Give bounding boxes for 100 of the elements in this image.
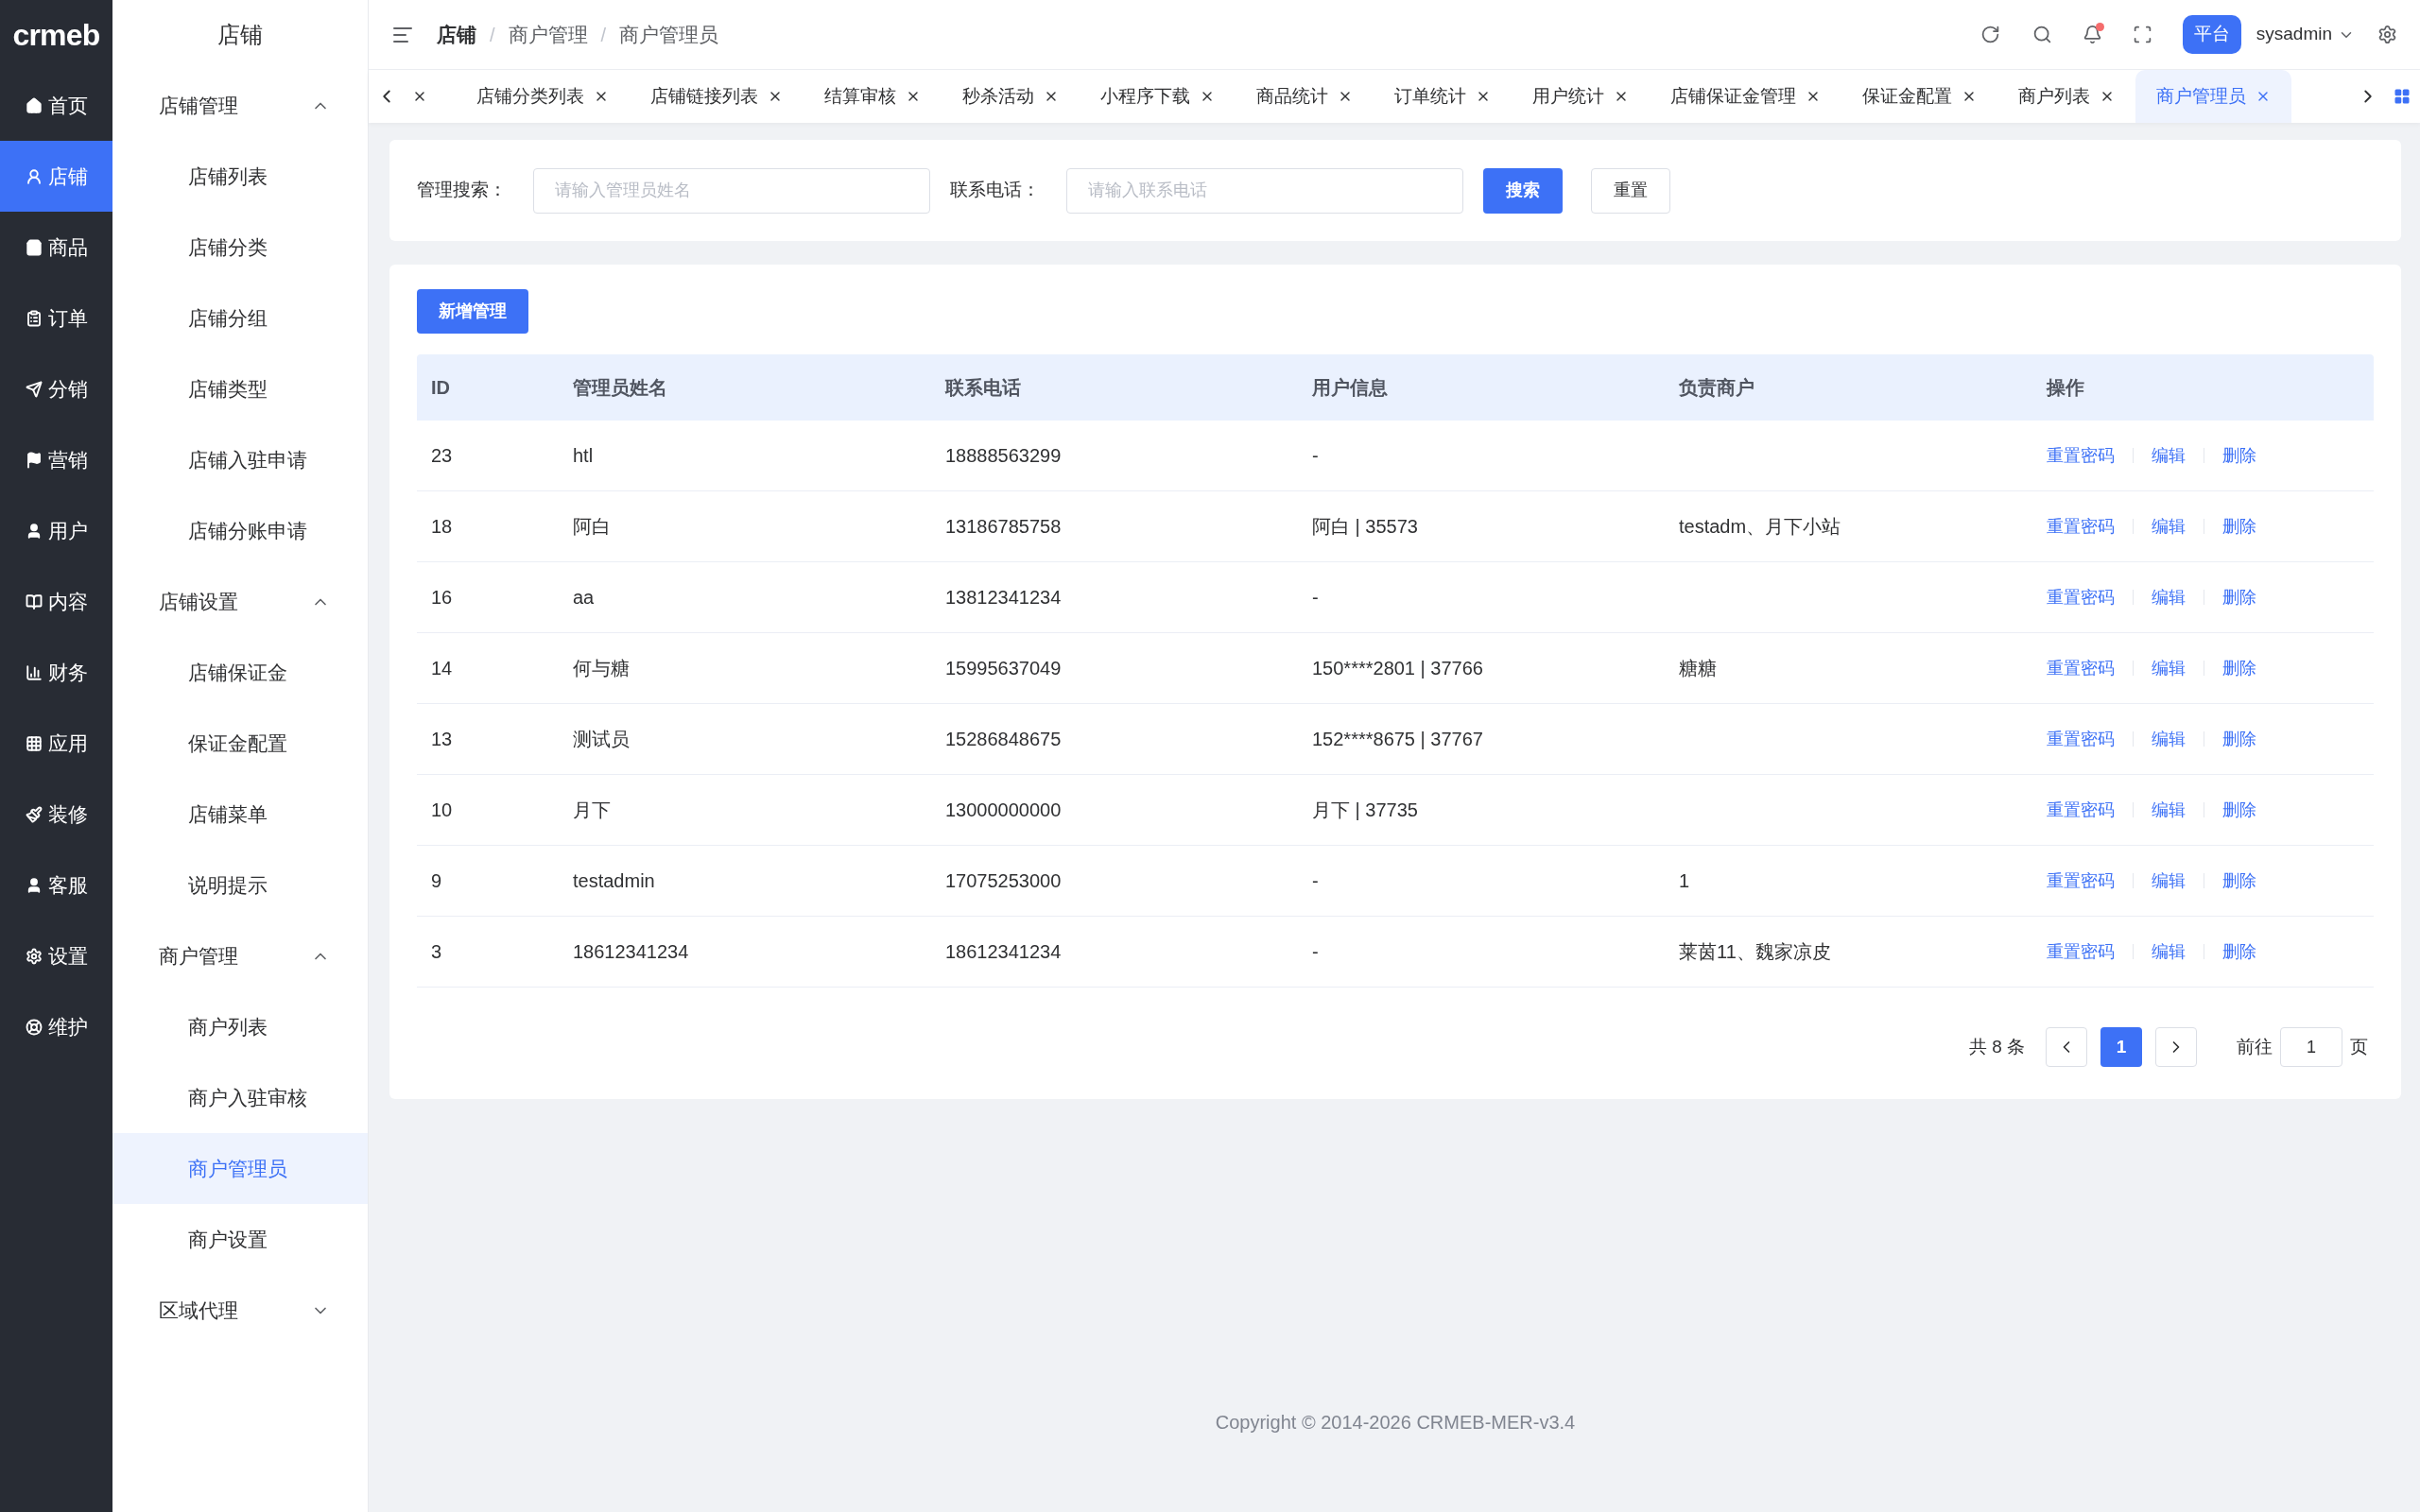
action-link[interactable]: 删除 [2222,513,2256,540]
breadcrumb-item[interactable]: 商户管理 [508,19,588,50]
table-cell: 糖糖 [1679,658,1717,679]
action-link[interactable]: 重置密码 [2047,442,2115,469]
action-link[interactable]: 重置密码 [2047,938,2115,965]
rail-item[interactable]: 营销 [0,424,112,495]
add-button[interactable]: 新增管理 [417,289,528,334]
user-name[interactable]: sysadmin [2256,21,2332,48]
submenu-item[interactable]: 保证金配置 [112,708,368,779]
rail-item[interactable]: 客服 [0,850,112,920]
submenu-item[interactable]: 商户列表 [112,991,368,1062]
action-link[interactable]: 编辑 [2152,584,2186,610]
submenu-item[interactable]: 店铺保证金 [112,637,368,708]
table-cell: testadm、月下小站 [1679,516,1841,537]
submenu-item[interactable]: 商户设置 [112,1204,368,1275]
rail-item[interactable]: 应用 [0,708,112,779]
tab[interactable]: 保证金配置 [1841,70,1997,123]
table-cell: 18888563299 [945,445,1062,466]
action-link[interactable]: 删除 [2222,797,2256,823]
input-field[interactable]: 请输入联系电话 [1066,167,1463,214]
action-link[interactable]: 重置密码 [2047,868,2115,894]
rail-item[interactable]: 财务 [0,637,112,708]
rail-item[interactable]: 内容 [0,566,112,637]
reset-button[interactable]: 重置 [1591,167,1670,214]
submenu-group[interactable]: 店铺管理 [112,70,368,141]
table-cell: 13000000000 [945,799,1062,820]
settings-icon[interactable] [2377,25,2397,44]
search-icon[interactable] [2031,25,2052,44]
action-link[interactable]: 编辑 [2152,655,2186,681]
action-link[interactable]: 编辑 [2152,938,2186,965]
tab[interactable]: 商品统计 [1236,70,1374,123]
action-link[interactable]: 编辑 [2152,726,2186,752]
table-cell: 18612341234 [945,941,1062,962]
page-button[interactable]: 1 [2100,1027,2142,1067]
action-link[interactable]: 删除 [2222,655,2256,681]
action-link[interactable]: 编辑 [2152,442,2186,469]
tab[interactable]: 商户管理员 [2135,70,2291,123]
role-badge[interactable]: 平台 [2182,15,2241,54]
rail-item[interactable]: 设置 [0,920,112,991]
input-field[interactable]: 请输入管理员姓名 [533,167,930,214]
rail-item[interactable]: 商品 [0,212,112,283]
tab[interactable]: 商户列表 [1997,70,2135,123]
breadcrumb-item[interactable]: 店铺 [437,19,476,50]
page-input[interactable]: 1 [2280,1027,2342,1067]
rail-item[interactable]: 维护 [0,991,112,1062]
goto-label: 前往 [2237,1035,2273,1058]
table-cell: 17075253000 [945,870,1062,891]
fullscreen-icon[interactable] [2132,25,2152,44]
bell-icon[interactable] [2082,25,2102,44]
search-button[interactable]: 搜索 [1483,167,1563,214]
lifebuoy-icon [25,1018,43,1036]
action-link[interactable]: 编辑 [2152,513,2186,540]
rail-item[interactable]: 分销 [0,353,112,424]
submenu-item[interactable]: 商户管理员 [112,1133,368,1204]
rail-item[interactable]: 店铺 [0,141,112,212]
tab[interactable]: 小程序下载 [1080,70,1236,123]
tab[interactable]: 用户统计 [1512,70,1650,123]
table-cell: 莱茵11、魏家凉皮 [1679,941,1831,962]
table-cell: - [1312,941,1319,962]
action-link[interactable]: 删除 [2222,442,2256,469]
action-link[interactable]: 删除 [2222,726,2256,752]
submenu-item[interactable]: 说明提示 [112,850,368,920]
action-link[interactable]: 重置密码 [2047,513,2115,540]
action-link[interactable]: 重置密码 [2047,584,2115,610]
tab[interactable]: 订单统计 [1374,70,1512,123]
action-link[interactable]: 编辑 [2152,797,2186,823]
tab[interactable]: 店铺分类列表 [456,70,630,123]
tab[interactable]: 结算审核 [804,70,942,123]
tab[interactable]: 店铺保证金管理 [1650,70,1841,123]
submenu-item[interactable]: 店铺类型 [112,353,368,424]
table-cell: 10 [431,799,453,820]
submenu-item[interactable]: 店铺分组 [112,283,368,353]
submenu-item[interactable]: 店铺分类 [112,212,368,283]
submenu-group[interactable]: 区域代理 [112,1275,368,1346]
home-icon [25,96,43,114]
submenu-item[interactable]: 店铺入驻申请 [112,424,368,495]
action-link[interactable]: 重置密码 [2047,726,2115,752]
action-link[interactable]: 删除 [2222,584,2256,610]
action-link[interactable]: 重置密码 [2047,655,2115,681]
submenu-item[interactable]: 商户入驻审核 [112,1062,368,1133]
rail-item[interactable]: 订单 [0,283,112,353]
breadcrumb-item[interactable]: 商户管理员 [619,19,719,50]
submenu-group[interactable]: 店铺设置 [112,566,368,637]
action-link[interactable]: 编辑 [2152,868,2186,894]
submenu-item[interactable]: 店铺菜单 [112,779,368,850]
tab[interactable]: 店铺链接列表 [630,70,804,123]
tab[interactable]: 秒杀活动 [942,70,1080,123]
rail-item[interactable]: 装修 [0,779,112,850]
table-cell: 13186785758 [945,516,1062,537]
rail-item[interactable]: 首页 [0,70,112,141]
page-suffix: 页 [2350,1035,2368,1058]
action-link[interactable]: 删除 [2222,938,2256,965]
submenu-group[interactable]: 商户管理 [112,920,368,991]
submenu-item[interactable]: 店铺分账申请 [112,495,368,566]
rail-item[interactable]: 用户 [0,495,112,566]
refresh-icon[interactable] [1979,25,2000,44]
action-link[interactable]: 删除 [2222,868,2256,894]
submenu-item[interactable]: 店铺列表 [112,141,368,212]
grid-icon[interactable] [2394,88,2411,105]
action-link[interactable]: 重置密码 [2047,797,2115,823]
